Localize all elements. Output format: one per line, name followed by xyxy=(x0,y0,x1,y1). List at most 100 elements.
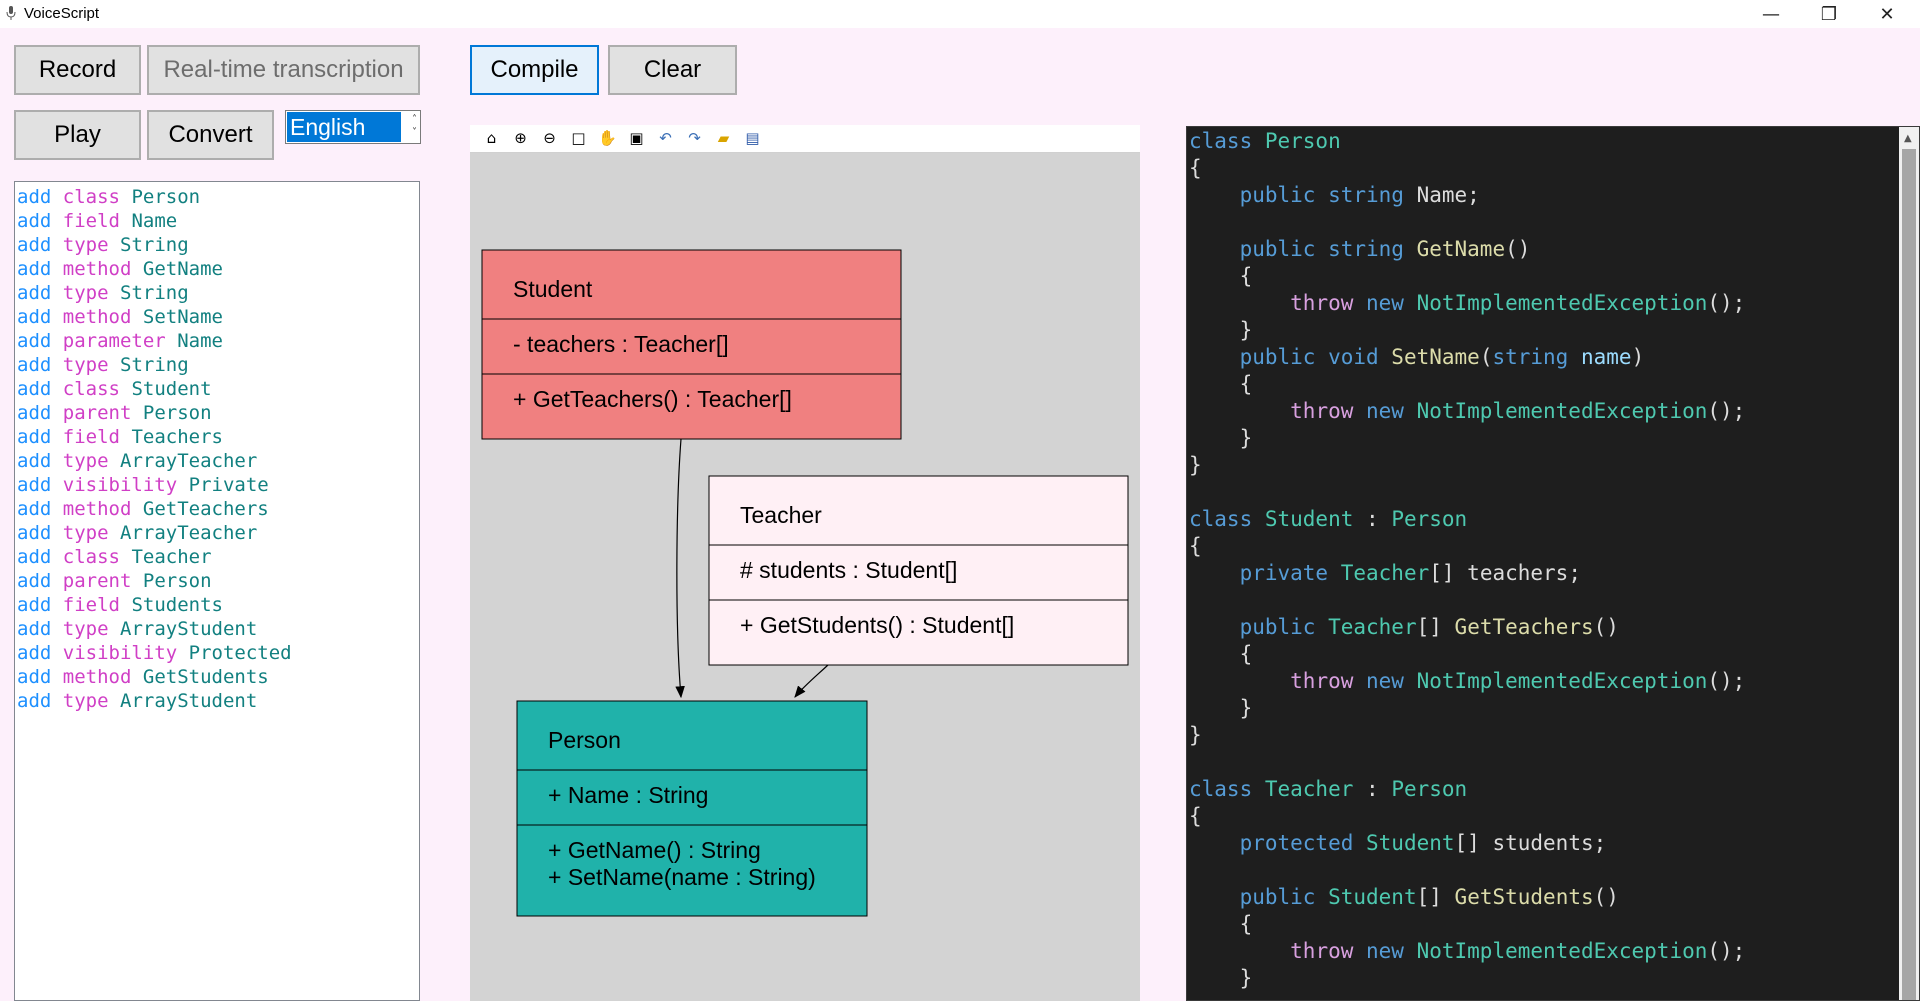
code-token: () xyxy=(1505,237,1531,261)
uml-diagram-canvas[interactable]: Student - teachers : Teacher[] + GetTeac… xyxy=(470,125,1140,1001)
redo-icon[interactable]: ↷ xyxy=(685,129,704,148)
code-line: } xyxy=(1189,695,1745,722)
save-icon[interactable]: ▣ xyxy=(627,129,646,148)
code-token: class xyxy=(1189,129,1265,153)
chevron-down-icon[interactable]: ˅ xyxy=(412,128,417,138)
zoom-in-icon[interactable]: ⊕ xyxy=(511,129,530,148)
code-token: new xyxy=(1366,669,1417,693)
code-token: Student xyxy=(1328,885,1417,909)
code-token: { xyxy=(1189,804,1202,828)
command-object: method xyxy=(62,666,132,688)
code-token: private xyxy=(1239,561,1341,585)
code-line: throw new NotImplementedException(); xyxy=(1189,668,1745,695)
code-token: GetStudents xyxy=(1454,885,1594,909)
restore-button[interactable]: ❐ xyxy=(1806,0,1852,28)
command-line: add visibility Protected xyxy=(17,641,419,665)
clear-button[interactable]: Clear xyxy=(608,45,737,95)
command-line: add field Name xyxy=(17,209,419,233)
command-object: parent xyxy=(62,402,132,424)
code-token: public xyxy=(1239,615,1329,639)
record-button[interactable]: Record xyxy=(14,45,141,95)
class-attribute: # students : Student[] xyxy=(740,557,957,583)
code-token: throw xyxy=(1290,291,1367,315)
class-method: + GetName() : String xyxy=(548,837,761,863)
command-verb: add xyxy=(17,378,52,400)
minimize-button[interactable]: — xyxy=(1748,0,1794,28)
code-token: : xyxy=(1353,777,1392,801)
command-verb: add xyxy=(17,474,52,496)
window-title: VoiceScript xyxy=(24,5,100,22)
code-token: [] students; xyxy=(1454,831,1607,855)
undo-icon[interactable]: ↶ xyxy=(656,129,675,148)
code-token: new xyxy=(1366,939,1417,963)
code-token: throw xyxy=(1290,669,1367,693)
code-token: } xyxy=(1189,318,1253,342)
command-value: ArrayTeacher xyxy=(120,522,258,544)
play-button[interactable]: Play xyxy=(14,110,141,160)
fit-icon[interactable]: □ xyxy=(569,129,588,148)
edge-student-person xyxy=(675,438,685,699)
command-line: add class Person xyxy=(17,185,419,209)
generated-code-editor[interactable]: class Person{ public string Name; public… xyxy=(1186,126,1920,1001)
convert-button[interactable]: Convert xyxy=(147,110,274,160)
realtime-transcription-button[interactable]: Real-time transcription xyxy=(147,45,420,95)
command-value: Name xyxy=(177,330,223,352)
command-object: field xyxy=(62,210,120,232)
command-object: method xyxy=(62,498,132,520)
code-token: throw xyxy=(1290,939,1367,963)
vertical-scrollbar[interactable]: ▲ xyxy=(1899,127,1919,1000)
print-icon[interactable]: ▤ xyxy=(743,129,762,148)
command-verb: add xyxy=(17,690,52,712)
command-line: add parent Person xyxy=(17,569,419,593)
class-method: + SetName(name : String) xyxy=(548,864,816,890)
command-line: add type ArrayStudent xyxy=(17,617,419,641)
command-line: add visibility Private xyxy=(17,473,419,497)
language-select[interactable]: English ˄ ˅ xyxy=(285,110,421,144)
code-token: Teacher xyxy=(1264,777,1354,801)
class-name: Person xyxy=(548,727,621,753)
scroll-up-icon[interactable]: ▲ xyxy=(1904,133,1912,144)
scrollbar-thumb[interactable] xyxy=(1902,149,1916,1000)
command-value: Student xyxy=(131,378,212,400)
command-value: Person xyxy=(131,186,201,208)
pan-icon[interactable]: ✋ xyxy=(598,129,617,148)
home-icon[interactable]: ⌂ xyxy=(482,129,501,148)
compile-button[interactable]: Compile xyxy=(470,45,599,95)
command-value: GetName xyxy=(142,258,223,280)
uml-class-teacher[interactable]: Teacher # students : Student[] + GetStud… xyxy=(708,475,1129,666)
uml-class-person[interactable]: Person + Name : String + GetName() : Str… xyxy=(516,700,868,917)
zoom-out-icon[interactable]: ⊖ xyxy=(540,129,559,148)
command-list[interactable]: add class Person add field Name add type S… xyxy=(14,181,420,1001)
command-object: type xyxy=(62,690,109,712)
code-line: public Student[] GetStudents() xyxy=(1189,884,1745,911)
code-line: private Teacher[] teachers; xyxy=(1189,560,1745,587)
command-line: add type ArrayTeacher xyxy=(17,449,419,473)
restore-icon: ❐ xyxy=(1820,3,1838,25)
open-icon[interactable]: ▰ xyxy=(714,129,733,148)
command-verb: add xyxy=(17,186,52,208)
chevron-up-icon[interactable]: ˄ xyxy=(412,115,417,125)
command-line: add method SetName xyxy=(17,305,419,329)
code-token: { xyxy=(1189,156,1202,180)
close-button[interactable]: ✕ xyxy=(1864,0,1910,28)
code-line: class Person xyxy=(1189,128,1745,155)
command-line: add field Students xyxy=(17,593,419,617)
code-token: public string xyxy=(1239,183,1417,207)
language-spinner[interactable]: ˄ ˅ xyxy=(402,111,420,143)
command-object: method xyxy=(62,306,132,328)
code-token: public void xyxy=(1239,345,1392,369)
command-verb: add xyxy=(17,498,52,520)
code-token: NotImplementedException xyxy=(1416,399,1708,423)
command-verb: add xyxy=(17,402,52,424)
uml-class-student[interactable]: Student - teachers : Teacher[] + GetTeac… xyxy=(481,249,902,440)
command-object: method xyxy=(62,258,132,280)
command-verb: add xyxy=(17,666,52,688)
code-token: public xyxy=(1239,885,1329,909)
code-token: NotImplementedException xyxy=(1416,939,1708,963)
